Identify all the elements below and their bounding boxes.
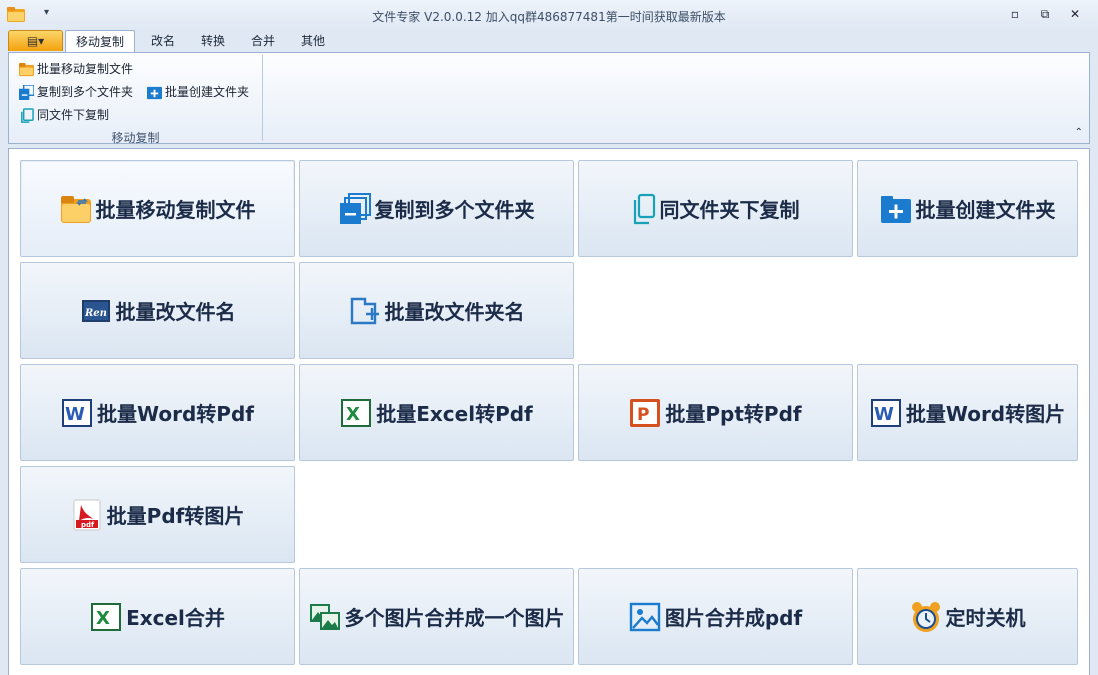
word-icon: W [870,398,901,427]
rename-icon-text: Ren [84,308,107,319]
card-label: 同文件夹下复制 [659,198,800,222]
add-folder-icon [880,195,911,223]
card-label: 批量改文件名 [115,300,236,324]
card-images-to-pdf[interactable]: 图片合并成pdf [578,568,853,665]
card-same-folder-copy[interactable]: 同文件夹下复制 [578,160,853,257]
card-label: 批量Word转Pdf [97,402,254,426]
card-word-to-image[interactable]: W 批量Word转图片 [857,364,1078,461]
restore-button[interactable]: ⧉ [1032,5,1058,23]
image-icon [629,602,661,631]
card-batch-rename-files[interactable]: Ren 批量改文件名 [20,262,295,359]
card-word-to-pdf[interactable]: W 批量Word转Pdf [20,364,295,461]
ppt-icon: P [630,398,661,427]
ribbon-group-separator [262,55,263,141]
file-menu-button[interactable]: ▤▾ [8,30,63,51]
svg-text:X: X [96,608,110,629]
tab-rename[interactable]: 改名 [140,30,186,52]
ribbon-copy-to-multiple[interactable]: 复制到多个文件夹 [19,83,133,101]
rename-icon: Ren [81,299,110,322]
card-label: 批量Ppt转Pdf [665,402,802,426]
svg-text:W: W [874,404,894,425]
window-title: 文件专家 V2.0.0.12 加入qq群486877481第一时间获取最新版本 [372,10,726,24]
pdf-icon: pdf [73,499,101,530]
folder-icon [60,195,91,223]
card-label: 批量移动复制文件 [95,198,256,222]
ribbon-tabs: ▤▾ 移动复制 改名 转换 合并 其他 [0,30,1098,52]
card-label: 多个图片合并成一个图片 [344,606,565,630]
ribbon-group-label: 移动复制 [111,131,160,145]
card-label: 批量Excel转Pdf [376,402,533,426]
svg-text:W: W [65,404,85,425]
word-icon: W [62,398,93,427]
alarm-clock-icon [911,601,940,632]
card-label: 图片合并成pdf [664,606,803,630]
add-folder-icon [147,86,162,99]
tab-merge[interactable]: 合并 [240,30,286,52]
tab-other[interactable]: 其他 [290,30,336,52]
card-excel-to-pdf[interactable]: X 批量Excel转Pdf [299,364,574,461]
ribbon-label: 批量移动复制文件 [37,62,134,76]
card-label: Excel合并 [126,606,225,630]
ribbon-batch-move-copy[interactable]: 批量移动复制文件 [19,60,133,78]
pdf-icon-text: pdf [81,521,95,529]
card-batch-move-copy[interactable]: 批量移动复制文件 [20,160,295,257]
minimize-button[interactable]: ▫ [1002,5,1028,23]
card-excel-merge[interactable]: X Excel合并 [20,568,295,665]
ribbon-panel: 批量移动复制文件 复制到多个文件夹 批量创建文件夹 同文件下复制 移动复制 ⌃ [8,52,1090,145]
ribbon-label: 批量创建文件夹 [165,85,250,99]
svg-text:P: P [637,405,649,425]
image-merge-icon [309,603,340,630]
copy-multi-icon [19,84,34,100]
function-grid: 批量移动复制文件 复制到多个文件夹 同文件夹下复制 批量创建文件夹 Ren 批量… [8,148,1090,675]
card-label: 批量Pdf转图片 [106,504,245,528]
card-label: 定时关机 [945,606,1026,630]
card-batch-create-folder[interactable]: 批量创建文件夹 [857,160,1078,257]
card-pdf-to-image[interactable]: pdf 批量Pdf转图片 [20,466,295,563]
card-label: 批量创建文件夹 [915,198,1056,222]
card-label: 复制到多个文件夹 [374,198,535,222]
ribbon-same-folder-copy[interactable]: 同文件下复制 [19,106,109,124]
ribbon-label: 同文件下复制 [37,108,110,122]
rename-folder-icon [350,297,379,324]
duplicate-icon [633,193,655,224]
ribbon-batch-create-folder[interactable]: 批量创建文件夹 [147,83,249,101]
title-bar: ▾ 文件专家 V2.0.0.12 加入qq群486877481第一时间获取最新版… [0,0,1098,30]
copy-multi-icon [339,192,371,224]
card-ppt-to-pdf[interactable]: P 批量Ppt转Pdf [578,364,853,461]
svg-text:X: X [346,404,360,425]
collapse-ribbon-icon[interactable]: ⌃ [1075,127,1083,138]
tab-convert[interactable]: 转换 [190,30,236,52]
excel-icon: X [341,398,372,427]
close-button[interactable]: ✕ [1062,5,1088,23]
card-label: 批量Word转图片 [905,402,1066,426]
card-batch-rename-folders[interactable]: 批量改文件夹名 [299,262,574,359]
tab-move-copy[interactable]: 移动复制 [65,30,135,52]
card-copy-to-multiple[interactable]: 复制到多个文件夹 [299,160,574,257]
excel-icon: X [91,602,122,631]
card-label: 批量改文件夹名 [384,300,525,324]
card-merge-images[interactable]: 多个图片合并成一个图片 [299,568,574,665]
card-scheduled-shutdown[interactable]: 定时关机 [857,568,1078,665]
folder-icon [19,62,34,76]
duplicate-icon [21,107,34,123]
ribbon-label: 复制到多个文件夹 [37,85,134,99]
